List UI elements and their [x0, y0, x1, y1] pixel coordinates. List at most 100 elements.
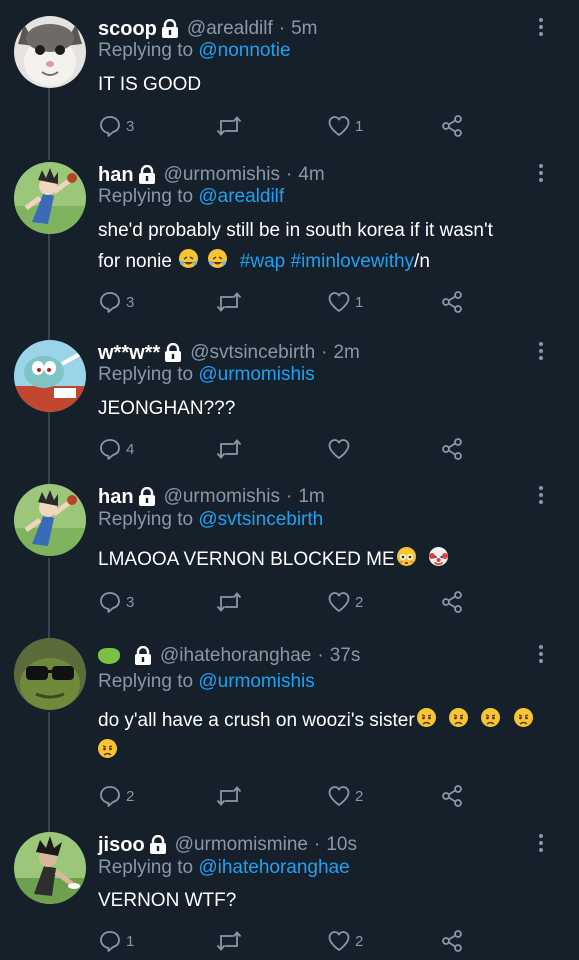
like-button[interactable]: [327, 436, 355, 462]
like-button[interactable]: 2: [327, 928, 363, 954]
reply-button[interactable]: 3: [98, 289, 134, 315]
tweet-actions: 3 2: [98, 589, 478, 615]
timestamp[interactable]: 2m: [333, 342, 359, 364]
heart-icon: [328, 786, 350, 806]
timestamp[interactable]: 10s: [326, 834, 357, 856]
tweet[interactable]: han @urmomishis · 4m Replying to @areald…: [0, 150, 579, 330]
retweet-button[interactable]: [216, 589, 246, 615]
tweet-text: IT IS GOOD: [98, 69, 549, 100]
tweet[interactable]: @ihatehoranghae · 37s Replying to @urmom…: [0, 630, 579, 820]
like-count: 2: [355, 787, 364, 805]
flushed-face-emoji: [396, 547, 416, 566]
reply-count: 1: [126, 932, 135, 950]
display-name[interactable]: w**w**: [98, 342, 160, 365]
timestamp[interactable]: 5m: [291, 18, 317, 40]
reply-icon: [100, 439, 120, 460]
user-handle[interactable]: @arealdilf: [187, 18, 273, 40]
avatar[interactable]: [14, 484, 86, 556]
more-vertical-icon[interactable]: [530, 162, 552, 184]
share-button[interactable]: [440, 289, 464, 315]
mention-link[interactable]: @arealdilf: [198, 186, 284, 207]
tweet-actions: 3 1: [98, 113, 478, 139]
lock-icon: [161, 18, 179, 39]
tweet-header: han @urmomishis · 1m: [98, 484, 325, 510]
retweet-button[interactable]: [216, 436, 246, 462]
tweet-actions: 3 1: [98, 289, 478, 315]
display-name[interactable]: han: [98, 486, 134, 509]
retweet-button[interactable]: [216, 783, 246, 809]
avatar[interactable]: [14, 340, 86, 412]
tweet-header: w**w** @svtsincebirth · 2m: [98, 340, 360, 366]
share-button[interactable]: [440, 783, 464, 809]
like-button[interactable]: 2: [327, 783, 363, 809]
mention-link[interactable]: @urmomishis: [198, 671, 314, 692]
more-vertical-icon[interactable]: [530, 484, 552, 506]
user-handle[interactable]: @urmomishis: [164, 486, 280, 508]
retweet-button[interactable]: [216, 113, 246, 139]
retweet-button[interactable]: [216, 928, 246, 954]
retweet-icon: [216, 786, 242, 806]
display-name[interactable]: scoop: [98, 18, 157, 41]
tweet[interactable]: han @urmomishis · 1m Replying to @svtsin…: [0, 474, 579, 629]
timestamp[interactable]: 4m: [298, 164, 324, 186]
mention-link[interactable]: @svtsincebirth: [198, 509, 323, 530]
mention-link[interactable]: @ihatehoranghae: [198, 857, 349, 878]
tweet[interactable]: jisoo @urmomismine · 10s Replying to @ih…: [0, 822, 579, 960]
like-button[interactable]: 1: [327, 289, 363, 315]
reply-icon: [100, 786, 120, 807]
lock-icon: [149, 834, 167, 855]
lock-icon: [138, 486, 156, 507]
user-handle[interactable]: @urmomishis: [164, 164, 280, 186]
retweet-icon: [216, 931, 242, 951]
hashtag-link[interactable]: #wap #iminlovewithy: [240, 251, 414, 272]
reply-button[interactable]: 3: [98, 113, 134, 139]
reply-count: 4: [126, 440, 135, 458]
share-button[interactable]: [440, 928, 464, 954]
avatar[interactable]: [14, 16, 86, 88]
reply-button[interactable]: 3: [98, 589, 134, 615]
reply-icon: [100, 931, 120, 952]
lock-icon: [134, 645, 152, 666]
share-icon: [442, 785, 462, 807]
share-icon: [442, 115, 462, 137]
display-name[interactable]: jisoo: [98, 834, 145, 857]
more-vertical-icon[interactable]: [530, 16, 552, 38]
mention-link[interactable]: @nonnotie: [198, 40, 290, 61]
avatar[interactable]: [14, 832, 86, 904]
avatar[interactable]: [14, 162, 86, 234]
reply-button[interactable]: 2: [98, 783, 134, 809]
tweet-text-content: for nonie: [98, 251, 172, 272]
retweet-button[interactable]: [216, 289, 246, 315]
timestamp[interactable]: 1m: [298, 486, 324, 508]
user-handle[interactable]: @svtsincebirth: [190, 342, 315, 364]
like-count: 1: [355, 293, 364, 311]
share-icon: [442, 930, 462, 952]
tweet[interactable]: scoop @arealdilf · 5m Replying to @nonno…: [0, 0, 579, 150]
tweet-actions: 4: [98, 436, 478, 462]
tweet-text: she'd probably still be in south korea i…: [98, 215, 549, 277]
more-vertical-icon[interactable]: [530, 643, 552, 665]
display-name[interactable]: han: [98, 164, 134, 187]
reply-button[interactable]: 4: [98, 436, 134, 462]
user-handle[interactable]: @ihatehoranghae: [160, 645, 311, 667]
tweet-header: jisoo @urmomismine · 10s: [98, 832, 357, 858]
mention-link[interactable]: @urmomishis: [198, 364, 314, 385]
share-button[interactable]: [440, 436, 464, 462]
tweet-text: VERNON WTF?: [98, 885, 549, 916]
share-icon: [442, 438, 462, 460]
more-vertical-icon[interactable]: [530, 832, 552, 854]
more-vertical-icon[interactable]: [530, 340, 552, 362]
share-button[interactable]: [440, 589, 464, 615]
like-button[interactable]: 2: [327, 589, 363, 615]
share-button[interactable]: [440, 113, 464, 139]
like-button[interactable]: 1: [327, 113, 363, 139]
tweet-text-content: do y'all have a crush on woozi's sister: [98, 710, 415, 731]
timestamp[interactable]: 37s: [330, 645, 361, 667]
reply-button[interactable]: 1: [98, 928, 134, 954]
heart-icon: [328, 592, 350, 612]
user-handle[interactable]: @urmomismine: [175, 834, 308, 856]
heart-icon: [328, 439, 350, 459]
avatar[interactable]: [14, 638, 86, 710]
tweet[interactable]: w**w** @svtsincebirth · 2m Replying to @…: [0, 330, 579, 480]
frog-emoji: [98, 648, 120, 664]
